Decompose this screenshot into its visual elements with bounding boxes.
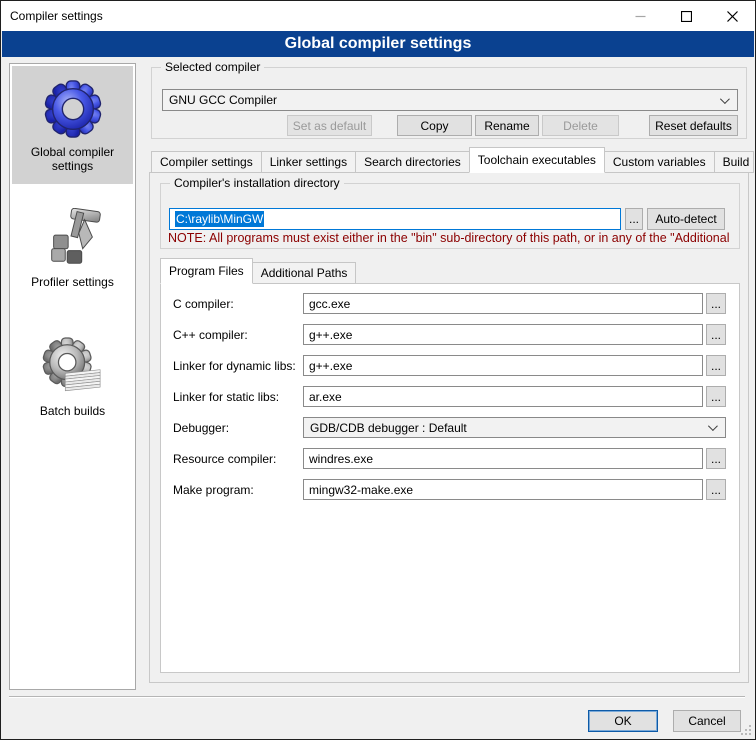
set-as-default-button[interactable]: Set as default — [287, 115, 372, 136]
cpp-compiler-browse-button[interactable]: ... — [706, 324, 726, 345]
caliper-icon — [42, 208, 104, 270]
sidebar-item-global-compiler-settings[interactable]: Global compiler settings — [12, 66, 133, 184]
field-label: Make program: — [173, 479, 254, 500]
settings-category-list: Global compiler settings Profiler — [9, 63, 136, 690]
tab-program-files[interactable]: Program Files — [160, 258, 253, 284]
field-value: windres.exe — [309, 452, 373, 466]
compiler-settings-dialog: Compiler settings Global compiler settin… — [0, 0, 756, 740]
titlebar: Compiler settings — [1, 1, 755, 31]
group-label: Selected compiler — [161, 60, 264, 74]
static-linker-input[interactable]: ar.exe — [303, 386, 703, 407]
sidebar-item-label: Global compiler settings — [12, 145, 133, 173]
copy-button[interactable]: Copy — [397, 115, 472, 136]
tab-additional-paths[interactable]: Additional Paths — [252, 262, 357, 284]
c-compiler-input[interactable]: gcc.exe — [303, 293, 703, 314]
compiler-select-value: GNU GCC Compiler — [169, 93, 277, 107]
resize-grip[interactable] — [741, 725, 751, 735]
group-label: Compiler's installation directory — [170, 176, 344, 190]
auto-detect-button[interactable]: Auto-detect — [647, 208, 725, 230]
debugger-select-value: GDB/CDB debugger : Default — [310, 421, 467, 435]
resource-compiler-input[interactable]: windres.exe — [303, 448, 703, 469]
browse-directory-button[interactable]: ... — [625, 208, 643, 230]
tab-build-options[interactable]: Build options — [714, 151, 754, 173]
sidebar-item-profiler-settings[interactable]: Profiler settings — [12, 192, 133, 304]
chevron-down-icon — [708, 421, 718, 431]
make-program-input[interactable]: mingw32-make.exe — [303, 479, 703, 500]
dynamic-linker-browse-button[interactable]: ... — [706, 355, 726, 376]
window-controls — [617, 1, 755, 31]
ok-button[interactable]: OK — [588, 710, 658, 732]
field-label: Linker for static libs: — [173, 386, 279, 407]
window-title: Compiler settings — [10, 9, 103, 23]
make-program-browse-button[interactable]: ... — [706, 479, 726, 500]
minimize-button[interactable] — [617, 1, 663, 31]
field-label: C++ compiler: — [173, 324, 248, 345]
close-icon — [727, 11, 738, 22]
resource-compiler-browse-button[interactable]: ... — [706, 448, 726, 469]
debugger-select[interactable]: GDB/CDB debugger : Default — [303, 417, 726, 438]
field-value: gcc.exe — [309, 297, 350, 311]
field-value: g++.exe — [309, 359, 352, 373]
close-button[interactable] — [709, 1, 755, 31]
reset-defaults-button[interactable]: Reset defaults — [649, 115, 738, 136]
tab-compiler-settings[interactable]: Compiler settings — [151, 151, 262, 173]
dynamic-linker-input[interactable]: g++.exe — [303, 355, 703, 376]
static-linker-browse-button[interactable]: ... — [706, 386, 726, 407]
program-files-panel: C compiler: gcc.exe ... C++ compiler: g+… — [160, 283, 740, 673]
field-label: Linker for dynamic libs: — [173, 355, 296, 376]
field-label: Debugger: — [173, 417, 229, 438]
field-label: Resource compiler: — [173, 448, 276, 469]
tab-search-directories[interactable]: Search directories — [355, 151, 470, 173]
selected-compiler-group: Selected compiler GNU GCC Compiler Set a… — [151, 67, 747, 139]
tab-custom-variables[interactable]: Custom variables — [604, 151, 715, 173]
field-value: mingw32-make.exe — [309, 483, 413, 497]
cancel-button[interactable]: Cancel — [673, 710, 741, 732]
field-value: g++.exe — [309, 328, 352, 342]
settings-tabstrip: Compiler settings Linker settings Search… — [151, 147, 753, 173]
sidebar-item-label: Batch builds — [36, 404, 109, 418]
dialog-header: Global compiler settings — [2, 31, 754, 57]
footer-divider — [9, 696, 745, 698]
maximize-button[interactable] — [663, 1, 709, 31]
page-title: Global compiler settings — [285, 35, 472, 53]
note-text: NOTE: All programs must exist either in … — [168, 231, 736, 245]
toolchain-subtabs: Program Files Additional Paths — [160, 258, 355, 284]
rename-button[interactable]: Rename — [475, 115, 539, 136]
installation-directory-input[interactable]: C:\raylib\MinGW — [169, 208, 621, 230]
delete-button[interactable]: Delete — [542, 115, 619, 136]
sidebar-item-batch-builds[interactable]: Batch builds — [12, 326, 133, 428]
maximize-icon — [681, 11, 692, 22]
compiler-select[interactable]: GNU GCC Compiler — [162, 89, 738, 111]
cpp-compiler-input[interactable]: g++.exe — [303, 324, 703, 345]
c-compiler-browse-button[interactable]: ... — [706, 293, 726, 314]
chevron-down-icon — [720, 94, 730, 104]
tab-toolchain-executables[interactable]: Toolchain executables — [469, 147, 605, 173]
gear-blue-icon — [42, 78, 104, 140]
gear-stack-icon — [42, 337, 104, 399]
minimize-icon — [635, 11, 646, 22]
sidebar-item-label: Profiler settings — [27, 275, 118, 289]
selected-text: C:\raylib\MinGW — [175, 211, 264, 227]
field-label: C compiler: — [173, 293, 234, 314]
tab-linker-settings[interactable]: Linker settings — [261, 151, 356, 173]
field-value: ar.exe — [309, 390, 342, 404]
toolchain-executables-page: Compiler's installation directory C:\ray… — [149, 172, 749, 683]
